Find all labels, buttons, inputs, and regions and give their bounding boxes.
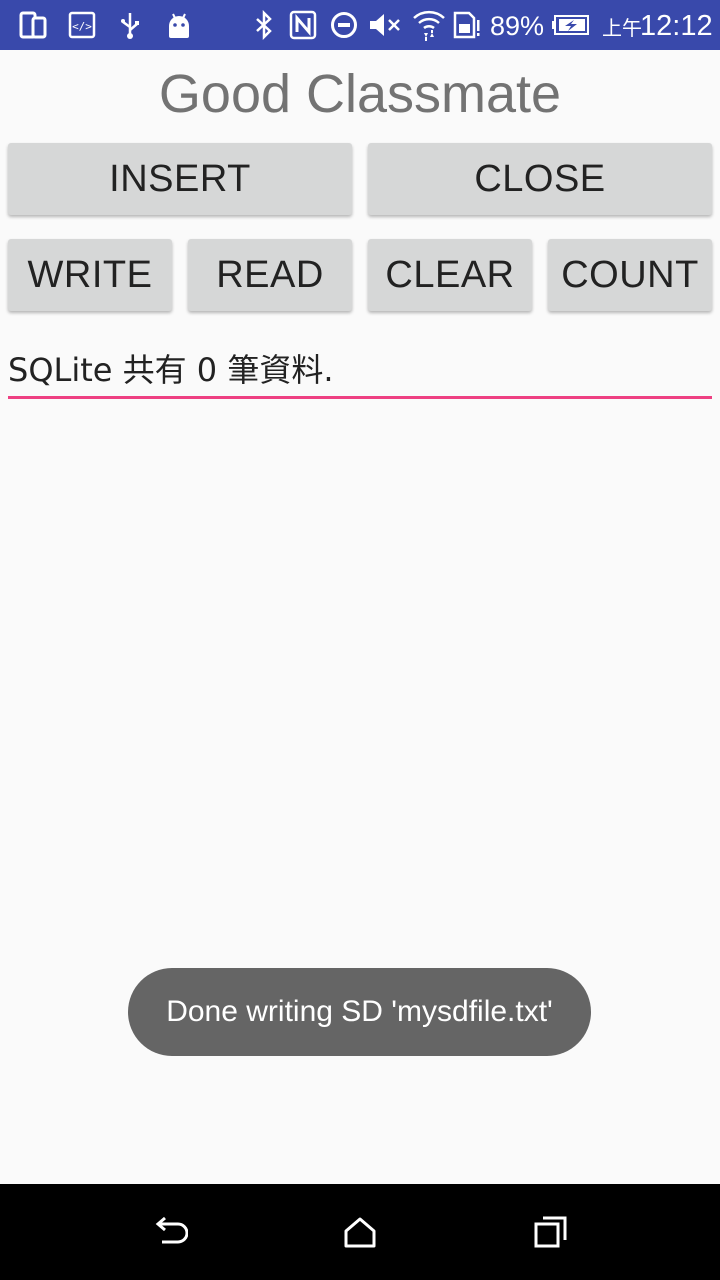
sim-alert-icon — [452, 8, 482, 42]
count-button[interactable]: COUNT — [548, 239, 712, 311]
battery-charging-icon — [551, 8, 591, 42]
usb-icon — [117, 8, 143, 42]
insert-button[interactable]: INSERT — [8, 143, 352, 215]
android-icon — [164, 8, 194, 42]
home-icon[interactable] — [330, 1202, 390, 1262]
wifi-icon — [410, 8, 448, 42]
screen-mirror-icon — [18, 8, 48, 42]
do-not-disturb-icon — [329, 8, 359, 42]
edit-text-underline — [8, 396, 712, 399]
clear-button[interactable]: CLEAR — [368, 239, 532, 311]
close-button[interactable]: CLOSE — [368, 143, 712, 215]
status-bar: </> 89% 上午 12:12 — [0, 0, 720, 50]
read-button[interactable]: READ — [188, 239, 352, 311]
code-icon: </> — [67, 8, 97, 42]
battery-percent: 89% — [490, 11, 545, 41]
nfc-icon — [288, 8, 318, 42]
toast-message: Done writing SD 'mysdfile.txt' — [128, 968, 591, 1056]
result-edit-text[interactable]: SQLite 共有 0 筆資料. — [8, 340, 712, 400]
time-period: 上午 — [602, 18, 642, 40]
back-icon[interactable] — [138, 1202, 198, 1262]
mute-icon — [366, 8, 404, 42]
recents-icon[interactable] — [521, 1202, 581, 1262]
clock: 12:12 — [640, 10, 713, 42]
page-title: Good Classmate — [158, 64, 562, 124]
bluetooth-icon — [252, 8, 276, 42]
svg-text:</>: </> — [72, 20, 92, 33]
write-button[interactable]: WRITE — [8, 239, 172, 311]
result-text: SQLite 共有 0 筆資料. — [8, 351, 334, 389]
navigation-bar — [0, 1184, 720, 1280]
